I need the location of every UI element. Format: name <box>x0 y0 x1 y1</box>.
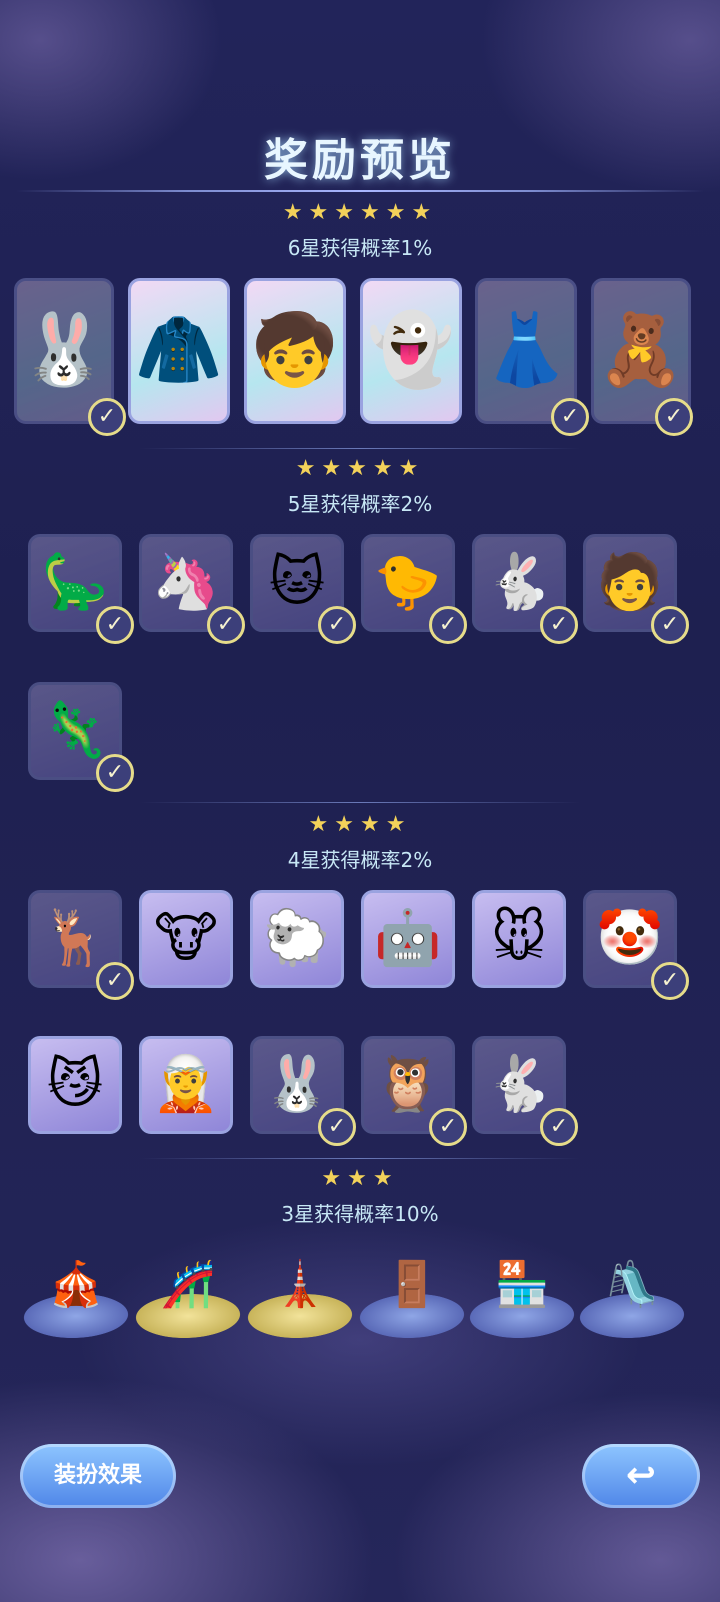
three-star-probability: 3星获得概率10% <box>281 1202 439 1226</box>
blue-bunny-mask-icon: 🐰 <box>263 1051 331 1115</box>
four-star-probability: 4星获得概率2% <box>287 848 433 872</box>
elf-deer-mask-icon: 🦌 <box>41 905 109 969</box>
circus-tent-icon: 🎪 <box>48 1259 104 1310</box>
unicorn-mask-icon: 🦄 <box>152 549 220 613</box>
reward-steampunk-mask[interactable]: 🤖 <box>361 890 455 988</box>
owned-check-icon: ✓ <box>655 398 693 436</box>
reward-tophat-owl-mask[interactable]: 🦉 ✓ <box>361 1036 467 1146</box>
owned-check-icon: ✓ <box>88 398 126 436</box>
back-arrow-icon: ↩ <box>625 1455 657 1496</box>
owned-check-icon: ✓ <box>96 606 134 644</box>
reward-jester-mask[interactable]: 🤡 ✓ <box>583 890 689 1000</box>
reward-lynx-mask[interactable]: 🐱 ✓ <box>250 534 356 644</box>
tier-divider <box>140 1158 580 1159</box>
reward-antler-mask[interactable]: 🧝 <box>139 1036 233 1134</box>
owned-check-icon: ✓ <box>207 606 245 644</box>
reward-clown-bunny-mask[interactable]: 🐇 ✓ <box>472 1036 578 1146</box>
jester-mask-icon: 🤡 <box>596 905 664 969</box>
lynx-mask-icon: 🐱 <box>268 549 326 613</box>
cat-mask-icon: 😼 <box>46 1051 104 1115</box>
star-pajama-costume-icon: 🧒 <box>251 308 339 391</box>
shop-icon: 🏪 <box>494 1259 550 1310</box>
owned-check-icon: ✓ <box>96 962 134 1000</box>
reward-booth[interactable]: 🚪 <box>356 1254 468 1338</box>
reward-duck-mask[interactable]: 🐤 ✓ <box>361 534 467 644</box>
pink-jumpsuit-costume-icon: 🧸 <box>597 308 685 391</box>
reward-star-pajama-costume[interactable]: 🧒 <box>244 278 346 424</box>
owned-check-icon: ✓ <box>540 1108 578 1146</box>
reward-lizard-mask[interactable]: 🦎 ✓ <box>28 682 134 792</box>
tier-divider <box>140 448 580 449</box>
reward-cat-mask[interactable]: 😼 <box>28 1036 122 1134</box>
party-bunny-mask-icon: 🐇 <box>485 549 553 613</box>
cyan-hair-mask-icon: 🧑 <box>596 549 664 613</box>
reward-dinosaur-mask[interactable]: 🦕 ✓ <box>28 534 134 644</box>
tower-icon: 🗼 <box>272 1259 328 1310</box>
page-title: 奖励预览 <box>264 135 456 186</box>
reward-lace-dress-costume[interactable]: 👗 ✓ <box>475 278 589 436</box>
owned-check-icon: ✓ <box>651 606 689 644</box>
owned-check-icon: ✓ <box>318 1108 356 1146</box>
reward-elf-deer-mask[interactable]: 🦌 ✓ <box>28 890 134 1000</box>
reward-circus-tent[interactable]: 🎪 <box>20 1254 132 1338</box>
reward-tower[interactable]: 🗼 <box>244 1254 356 1338</box>
clown-bunny-mask-icon: 🐇 <box>485 1051 553 1115</box>
outfit-effect-button[interactable]: 装扮效果 <box>20 1444 176 1508</box>
six-star-rating: ★★★★★★ <box>282 200 438 225</box>
title-underline <box>16 190 704 192</box>
rollercoaster-icon: 🎢 <box>160 1259 216 1310</box>
reward-blue-bunny-mask[interactable]: 🐰 ✓ <box>250 1036 356 1146</box>
tier-divider <box>140 802 580 803</box>
back-button[interactable]: ↩ <box>582 1444 700 1508</box>
reward-unicorn-mask[interactable]: 🦄 ✓ <box>139 534 245 644</box>
reward-pink-mouse-mask[interactable]: 🐭 <box>472 890 566 988</box>
five-star-probability: 5星获得概率2% <box>287 492 433 516</box>
tophat-owl-mask-icon: 🦉 <box>374 1051 442 1115</box>
antler-mask-icon: 🧝 <box>152 1051 220 1115</box>
reward-cyan-hair-mask[interactable]: 🧑 ✓ <box>583 534 689 644</box>
reward-cow-mask[interactable]: 🐮 <box>139 890 233 988</box>
duck-mask-icon: 🐤 <box>374 549 442 613</box>
reward-rollercoaster[interactable]: 🎢 <box>132 1254 244 1338</box>
white-ghost-costume-icon: 👻 <box>367 308 455 391</box>
owned-check-icon: ✓ <box>318 606 356 644</box>
lace-dress-costume-icon: 👗 <box>482 308 570 391</box>
lizard-mask-icon: 🦎 <box>41 697 109 761</box>
reward-shop[interactable]: 🏪 <box>466 1254 578 1338</box>
reward-party-bunny-mask[interactable]: 🐇 ✓ <box>472 534 578 644</box>
booth-icon: 🚪 <box>384 1259 440 1310</box>
green-raincoat-costume-icon: 🧥 <box>135 308 223 391</box>
reward-slide[interactable]: 🛝 <box>576 1254 688 1338</box>
owned-check-icon: ✓ <box>540 606 578 644</box>
four-star-rating: ★★★★ <box>308 812 412 837</box>
owned-check-icon: ✓ <box>96 754 134 792</box>
reward-pink-jumpsuit-costume[interactable]: 🧸 ✓ <box>591 278 693 436</box>
dinosaur-mask-icon: 🦕 <box>41 549 109 613</box>
steampunk-mask-icon: 🤖 <box>374 905 442 969</box>
bunny-hood-costume-icon: 🐰 <box>20 308 108 391</box>
six-star-probability: 6星获得概率1% <box>287 236 433 260</box>
owned-check-icon: ✓ <box>429 606 467 644</box>
sheep-mask-icon: 🐑 <box>263 905 331 969</box>
owned-check-icon: ✓ <box>429 1108 467 1146</box>
owned-check-icon: ✓ <box>551 398 589 436</box>
reward-bunny-hood-costume[interactable]: 🐰 ✓ <box>14 278 126 436</box>
three-star-rating: ★★★ <box>321 1166 399 1191</box>
reward-sheep-mask[interactable]: 🐑 <box>250 890 344 988</box>
owned-check-icon: ✓ <box>651 962 689 1000</box>
reward-white-ghost-costume[interactable]: 👻 <box>360 278 462 424</box>
pink-mouse-mask-icon: 🐭 <box>490 905 548 969</box>
slide-icon: 🛝 <box>604 1259 660 1310</box>
cow-mask-icon: 🐮 <box>154 905 218 969</box>
reward-green-raincoat-costume[interactable]: 🧥 <box>128 278 230 424</box>
five-star-rating: ★★★★★ <box>295 456 425 481</box>
